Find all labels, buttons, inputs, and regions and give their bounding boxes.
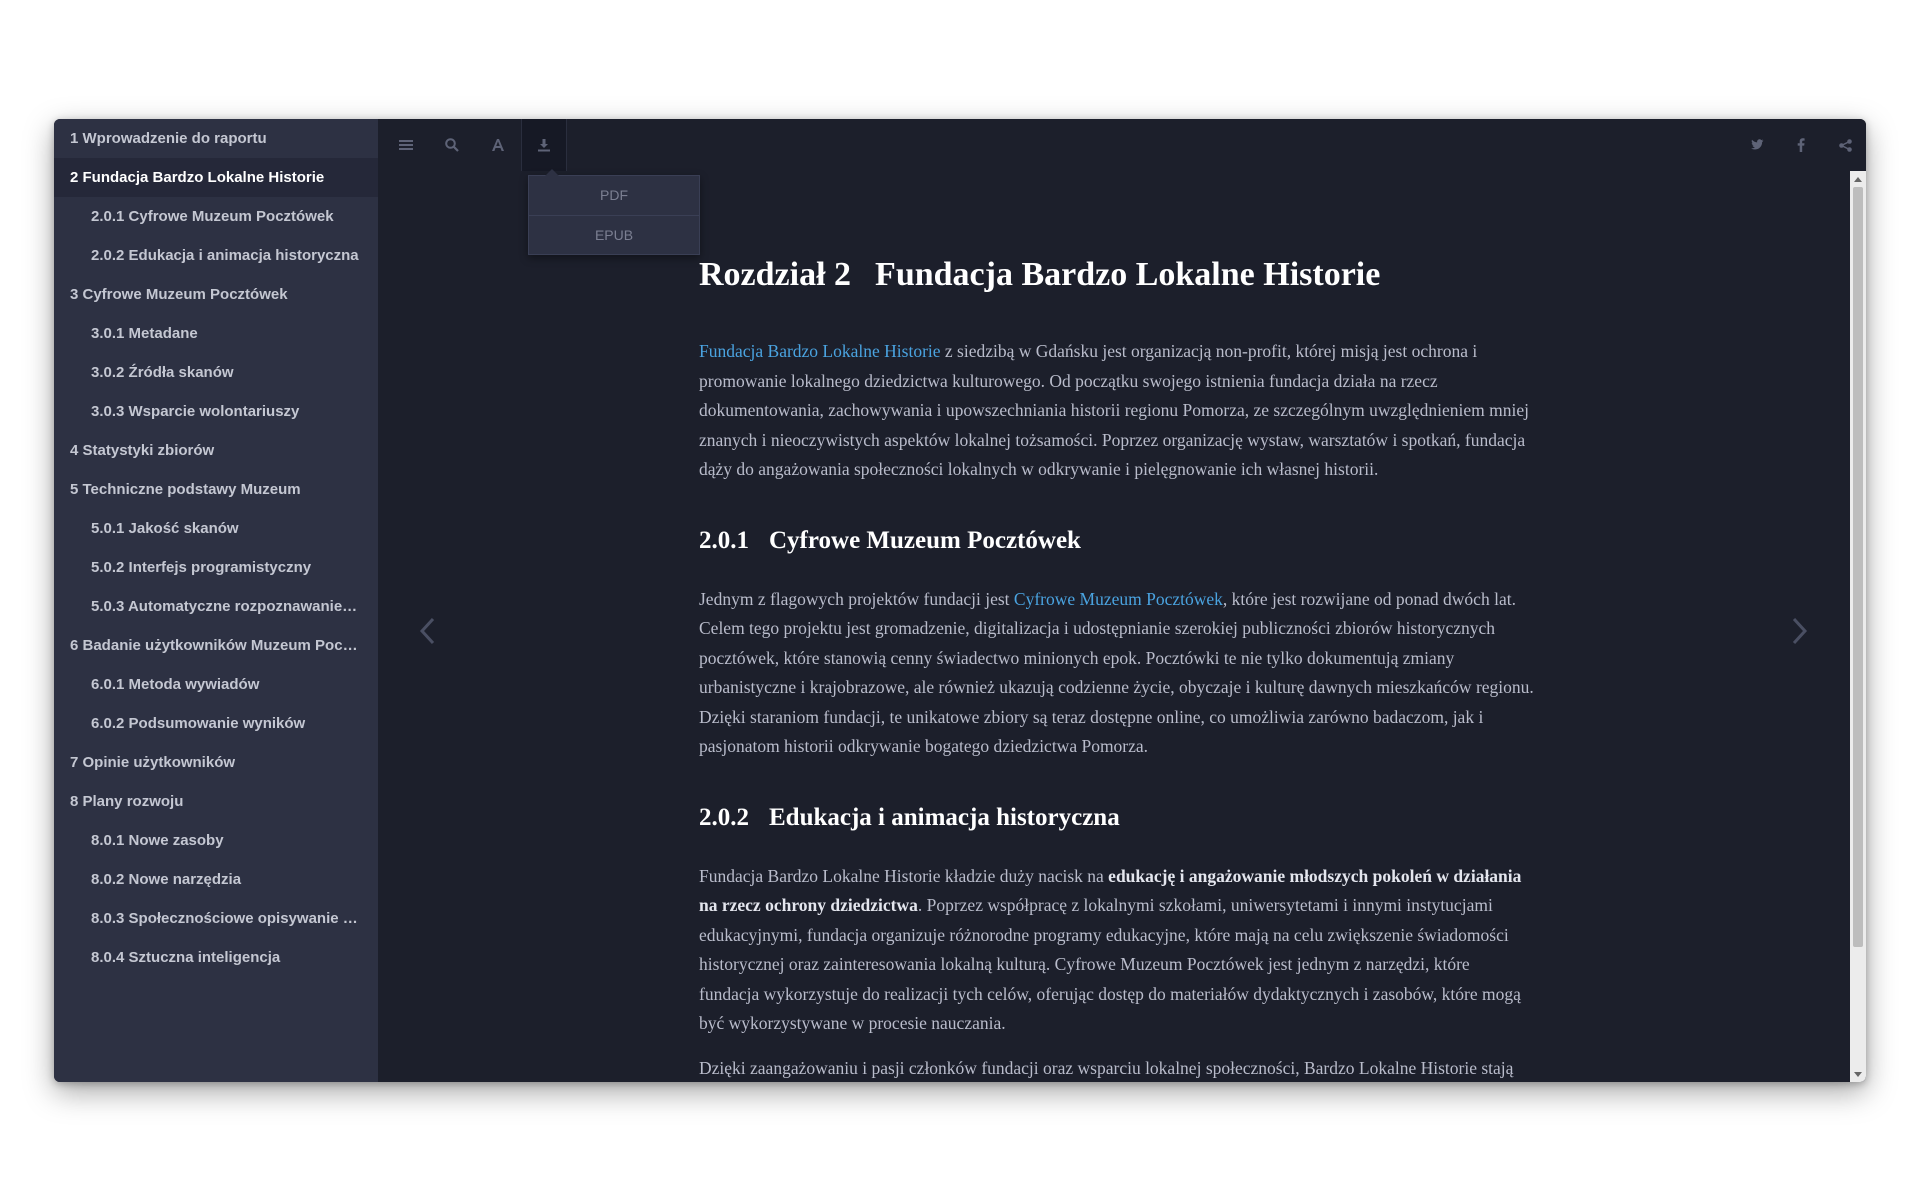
download-format-menu: PDF EPUB: [528, 169, 700, 255]
toc-item[interactable]: 6.0.2 Podsumowanie wyników: [54, 704, 378, 743]
vertical-scrollbar[interactable]: [1850, 171, 1866, 1082]
twitter-icon: [1751, 139, 1764, 150]
toc-item[interactable]: 6.0.1 Metoda wywiadów: [54, 665, 378, 704]
twitter-share-button[interactable]: [1734, 119, 1780, 171]
section-paragraph: Dzięki zaangażowaniu i pasji członków fu…: [699, 1057, 1514, 1078]
toc-item[interactable]: 3.0.1 Metadane: [54, 314, 378, 353]
download-epub-option[interactable]: EPUB: [529, 215, 699, 254]
section-heading: 2.0.2 Edukacja i animacja historyczna: [699, 803, 1120, 831]
toggle-sidebar-button[interactable]: [383, 119, 429, 171]
toc-item[interactable]: 7 Opinie użytkowników: [54, 743, 378, 782]
toc-item[interactable]: 8.0.1 Nowe zasoby: [54, 821, 378, 860]
toc-item[interactable]: 5 Techniczne podstawy Muzeum: [54, 470, 378, 509]
toolbar: [378, 119, 1866, 171]
toc-item[interactable]: 5.0.1 Jakość skanów: [54, 509, 378, 548]
share-icon: [1838, 138, 1852, 152]
toc-item[interactable]: 6 Badanie użytkowników Muzeum Pocztówek: [54, 626, 378, 665]
scroll-up-arrow[interactable]: [1850, 171, 1866, 187]
section-paragraph: Fundacja Bardzo Lokalne Historie kładzie…: [699, 865, 1522, 1034]
chapter-number: Rozdział 2: [699, 256, 852, 293]
toc-item[interactable]: 4 Statystyki zbiorów: [54, 431, 378, 470]
share-button[interactable]: [1822, 119, 1866, 171]
menu-icon: [399, 140, 413, 150]
toc-item[interactable]: 8.0.2 Nowe narzędzia: [54, 860, 378, 899]
toc-item[interactable]: 3.0.3 Wsparcie wolontariuszy: [54, 392, 378, 431]
section-paragraph: Jednym z flagowych projektów fundacji je…: [699, 588, 1534, 757]
toc-item[interactable]: 2.0.1 Cyfrowe Muzeum Pocztówek: [54, 197, 378, 236]
scrollbar-thumb[interactable]: [1853, 187, 1863, 947]
search-icon: [445, 138, 459, 152]
chevron-left-icon: [419, 617, 435, 645]
toc-item[interactable]: 8.0.4 Sztuczna inteligencja: [54, 938, 378, 977]
toc-item[interactable]: 8.0.3 Społecznościowe opisywanie zbiorów: [54, 899, 378, 938]
postcard-museum-link[interactable]: Cyfrowe Muzeum Pocztówek: [1014, 589, 1223, 609]
toc-item[interactable]: 2.0.2 Edukacja i animacja historyczna: [54, 236, 378, 275]
previous-page-button[interactable]: [416, 614, 440, 648]
table-of-contents-sidebar: 1 Wprowadzenie do raportu 2 Fundacja Bard…: [54, 119, 378, 1082]
toc-item[interactable]: 3.0.2 Źródła skanów: [54, 353, 378, 392]
toc-item[interactable]: 1 Wprowadzenie do raportu: [54, 119, 378, 158]
font-settings-button[interactable]: [475, 119, 521, 171]
facebook-icon: [1797, 138, 1805, 152]
font-settings-icon: [492, 139, 504, 151]
toc-item[interactable]: 2 Fundacja Bardzo Lokalne Historie: [54, 158, 378, 197]
scroll-down-arrow[interactable]: [1850, 1066, 1866, 1082]
book-reader-window: 1 Wprowadzenie do raportu 2 Fundacja Bard…: [54, 119, 1866, 1082]
intro-paragraph: Fundacja Bardzo Lokalne Historie z siedz…: [699, 341, 1530, 479]
chevron-right-icon: [1792, 617, 1808, 645]
toc-item[interactable]: 5.0.2 Interfejs programistyczny: [54, 548, 378, 587]
download-pdf-option[interactable]: PDF: [529, 176, 699, 215]
chapter-content: Rozdział 2 Fundacja Bardzo Lokalne Histor…: [699, 171, 1534, 1082]
toc-item[interactable]: 8 Plany rozwoju: [54, 782, 378, 821]
section-heading: 2.0.1 Cyfrowe Muzeum Pocztówek: [699, 526, 1081, 554]
download-icon: [538, 139, 550, 152]
toc-item[interactable]: 5.0.3 Automatyczne rozpoznawanie tekstu: [54, 587, 378, 626]
facebook-share-button[interactable]: [1778, 119, 1824, 171]
chapter-title: Fundacja Bardzo Lokalne Historie: [875, 256, 1381, 293]
next-page-button[interactable]: [1787, 614, 1811, 648]
toc-item[interactable]: 3 Cyfrowe Muzeum Pocztówek: [54, 275, 378, 314]
main-panel: PDF EPUB Rozdział 2 Fundacja Bardzo Lokaln…: [378, 119, 1866, 1082]
download-button[interactable]: [521, 119, 567, 171]
chapter-heading: Rozdział 2 Fundacja Bardzo Lokalne Histor…: [699, 253, 1534, 297]
foundation-link[interactable]: Fundacja Bardzo Lokalne Historie: [699, 341, 941, 361]
search-button[interactable]: [429, 119, 475, 171]
